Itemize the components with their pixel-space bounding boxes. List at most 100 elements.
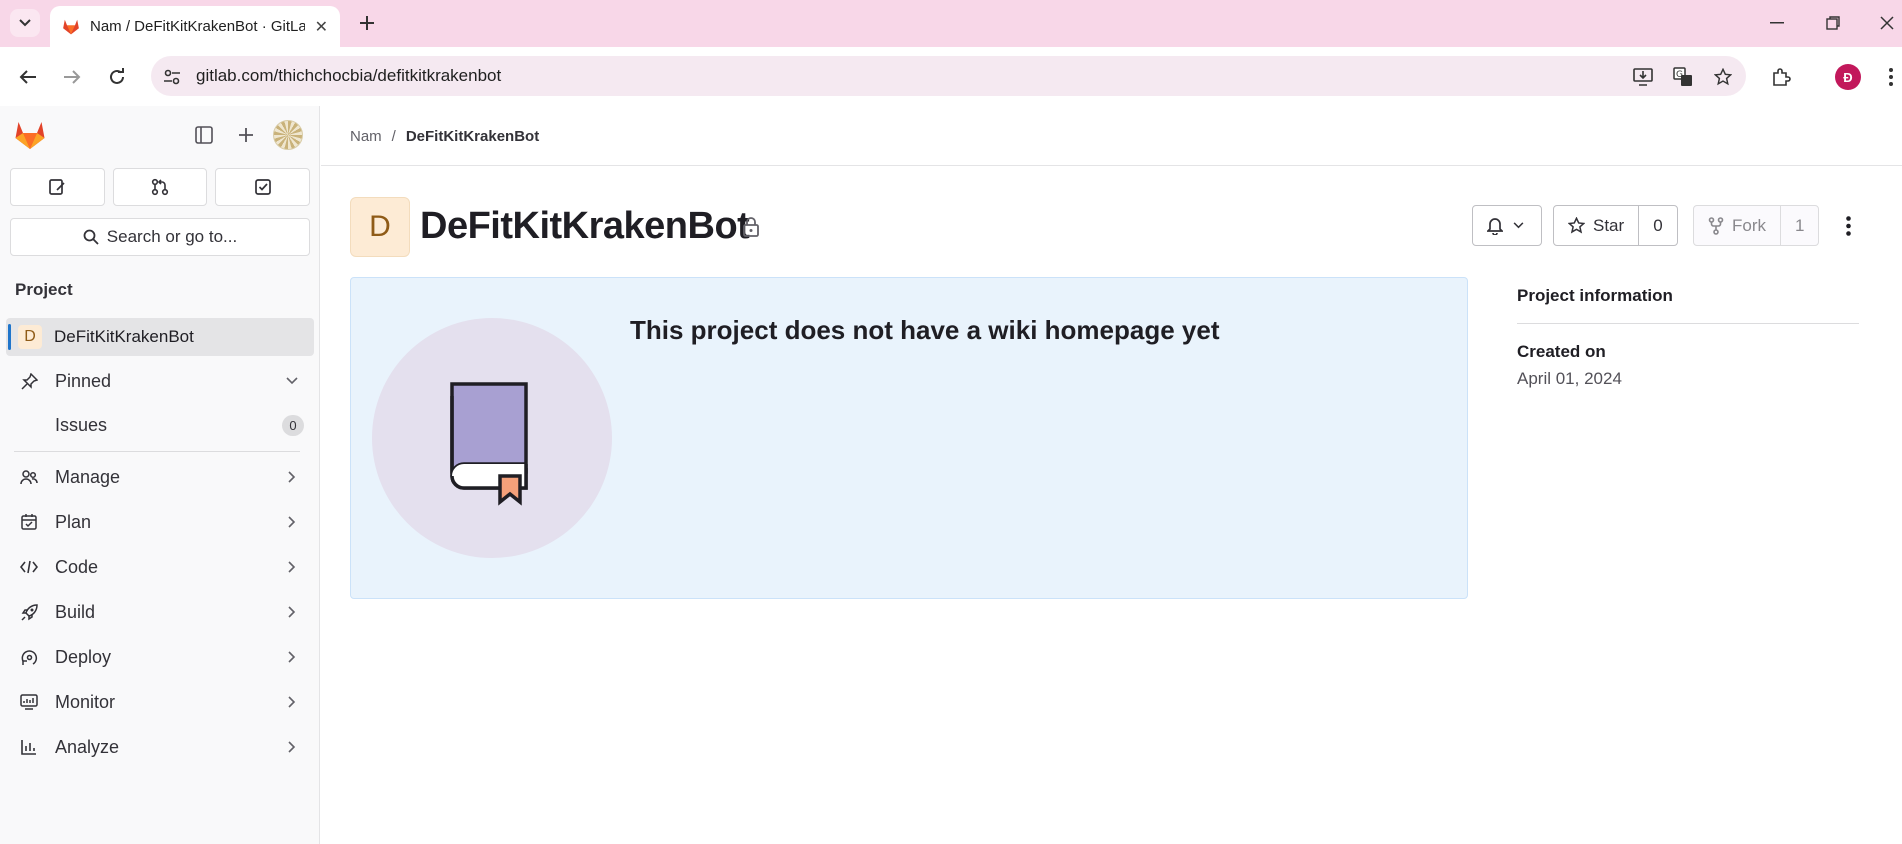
- create-new-button[interactable]: [233, 122, 259, 148]
- wiki-empty-title: This project does not have a wiki homepa…: [630, 315, 1220, 345]
- sidebar-item-label: Pinned: [55, 370, 112, 391]
- search-or-go-to-button[interactable]: Search or go to...: [10, 218, 310, 256]
- arrow-right-icon: [64, 70, 81, 84]
- breadcrumb-separator: /: [391, 128, 396, 145]
- monitor-icon: [20, 693, 38, 711]
- sidebar-item-build[interactable]: Build: [6, 593, 314, 631]
- sidebar-item-monitor[interactable]: Monitor: [6, 683, 314, 721]
- tab-search-button[interactable]: [10, 9, 40, 37]
- site-info-icon[interactable]: [161, 66, 183, 88]
- arrow-left-icon: [19, 70, 36, 84]
- browser-tab-active[interactable]: Nam / DeFitKitKrakenBot · GitLab ✕: [50, 6, 340, 47]
- sidebar-divider: [14, 451, 300, 452]
- user-avatar[interactable]: [273, 120, 303, 150]
- address-bar[interactable]: gitlab.com/thichchocbia/defitkitkrakenbo…: [151, 56, 1746, 96]
- sidebar-item-label: Monitor: [55, 691, 116, 712]
- chevron-down-icon: [19, 19, 31, 27]
- fork-button[interactable]: Fork: [1694, 206, 1780, 245]
- tab-title: Nam / DeFitKitKrakenBot · GitLab: [90, 18, 305, 35]
- url-text: gitlab.com/thichchocbia/defitkitkrakenbo…: [196, 66, 502, 85]
- sidebar-item-analyze[interactable]: Analyze: [6, 728, 314, 766]
- star-button-group: Star 0: [1553, 205, 1678, 246]
- profile-avatar[interactable]: Đ: [1835, 64, 1861, 90]
- todos-shortcut-button[interactable]: [215, 168, 311, 206]
- star-count[interactable]: 0: [1638, 206, 1676, 245]
- gitlab-logo-icon[interactable]: [14, 120, 46, 150]
- new-tab-button[interactable]: [352, 9, 382, 37]
- book-illustration-icon: [450, 382, 528, 506]
- sidebar-item-label: Deploy: [55, 646, 112, 667]
- sidebar-icon: [195, 126, 213, 144]
- wiki-empty-state: This project does not have a wiki homepa…: [350, 277, 1468, 599]
- forward-button[interactable]: [57, 62, 87, 92]
- sidebar-header: [0, 106, 320, 162]
- plus-icon: [239, 128, 253, 142]
- notifications-dropdown[interactable]: [1472, 205, 1542, 246]
- chart-icon: [20, 738, 38, 756]
- todo-icon: [254, 179, 271, 195]
- gitlab-favicon-icon: [63, 19, 79, 35]
- issues-icon: [49, 179, 65, 195]
- chevron-right-icon: [284, 558, 300, 576]
- main-content: Nam / DeFitKitKrakenBot D DeFitKitKraken…: [321, 106, 1902, 844]
- puzzle-icon: [1773, 68, 1791, 86]
- sidebar-item-label: Build: [55, 601, 96, 622]
- thumbtack-icon: [20, 372, 38, 390]
- sidebar-item-issues[interactable]: Issues 0: [6, 406, 314, 444]
- quick-actions: [10, 168, 311, 206]
- browser-tab-bar: Nam / DeFitKitKrakenBot · GitLab ✕: [0, 0, 1902, 47]
- breadcrumb-group-link[interactable]: Nam: [350, 128, 382, 145]
- kebab-vertical-icon: [1845, 216, 1851, 236]
- project-info-heading: Project information: [1517, 286, 1859, 324]
- fork-count[interactable]: 1: [1780, 206, 1818, 245]
- merge-requests-shortcut-button[interactable]: [112, 168, 208, 206]
- star-icon: [1568, 217, 1585, 234]
- breadcrumb-project-link[interactable]: DeFitKitKrakenBot: [406, 128, 539, 145]
- reload-icon: [110, 68, 124, 84]
- sidebar-item-manage[interactable]: Manage: [6, 458, 314, 496]
- reload-button[interactable]: [102, 62, 132, 92]
- browser-menu-button[interactable]: [1876, 62, 1902, 92]
- star-count-value: 0: [1653, 215, 1663, 235]
- browser-toolbar: gitlab.com/thichchocbia/defitkitkrakenbo…: [0, 47, 1902, 106]
- chevron-right-icon: [284, 513, 300, 531]
- sidebar-item-project[interactable]: D DeFitKitKrakenBot: [6, 318, 314, 356]
- project-avatar: D: [18, 325, 42, 349]
- project-avatar-large: D: [350, 197, 410, 257]
- toggle-sidebar-button[interactable]: [191, 122, 217, 148]
- sidebar-item-label: Issues: [55, 414, 108, 435]
- chevron-right-icon: [284, 693, 300, 711]
- sidebar-item-pinned[interactable]: Pinned: [6, 362, 314, 400]
- restore-icon: [1826, 16, 1840, 30]
- close-tab-icon[interactable]: ✕: [315, 17, 328, 37]
- fork-button-group: Fork 1: [1693, 205, 1820, 246]
- star-button[interactable]: Star: [1554, 206, 1638, 245]
- restore-button[interactable]: [1818, 10, 1848, 36]
- svg-text:G: G: [1676, 70, 1683, 80]
- sidebar-item-plan[interactable]: Plan: [6, 503, 314, 541]
- bell-icon: [1487, 217, 1503, 235]
- extensions-button[interactable]: [1766, 62, 1796, 92]
- more-actions-button[interactable]: [1836, 212, 1860, 240]
- install-app-icon[interactable]: [1632, 66, 1654, 88]
- lock-icon: [743, 217, 759, 237]
- translate-icon[interactable]: G: [1672, 66, 1694, 88]
- close-window-button[interactable]: [1872, 10, 1902, 36]
- search-icon: [83, 229, 99, 245]
- minimize-icon: [1770, 22, 1784, 24]
- sidebar-item-code[interactable]: Code: [6, 548, 314, 586]
- minimize-button[interactable]: [1762, 10, 1792, 36]
- sidebar-section-title: Project: [15, 280, 73, 299]
- sidebar-project-name: DeFitKitKrakenBot: [54, 327, 194, 346]
- rocket-icon: [20, 603, 38, 621]
- chevron-down-icon: [1513, 222, 1524, 229]
- fork-count-value: 1: [1795, 215, 1805, 235]
- star-label: Star: [1593, 215, 1625, 235]
- created-on-value: April 01, 2024: [1517, 369, 1622, 388]
- kebab-vertical-icon: [1889, 68, 1893, 86]
- sidebar-item-deploy[interactable]: Deploy: [6, 638, 314, 676]
- issues-shortcut-button[interactable]: [10, 168, 105, 206]
- back-button[interactable]: [13, 62, 43, 92]
- chevron-right-icon: [284, 468, 300, 486]
- bookmark-star-icon[interactable]: [1712, 66, 1734, 88]
